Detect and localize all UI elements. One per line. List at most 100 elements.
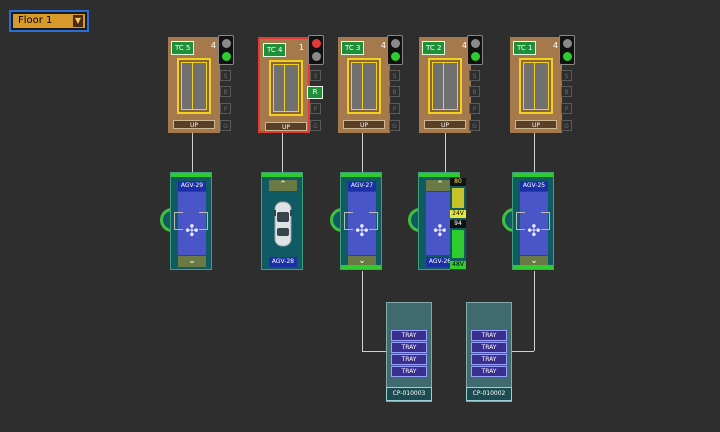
tc-tag: TC 3 — [341, 41, 365, 55]
stack-label: CP-010003 — [386, 387, 432, 401]
tray-item[interactable]: TRAY — [471, 342, 507, 353]
connector-line — [510, 351, 534, 352]
chevron-down-icon[interactable]: ⌄ — [178, 256, 206, 267]
tc-tag: TC 2 — [422, 41, 446, 55]
side-button-b[interactable]: B — [469, 86, 480, 97]
side-button-g[interactable]: G — [220, 120, 231, 131]
floor-select-value: Floor 1 — [18, 15, 53, 26]
tray-stack-cp-010002[interactable]: TRAY TRAY TRAY TRAY CP-010002 — [466, 302, 512, 402]
tray-item[interactable]: TRAY — [471, 354, 507, 365]
agv-label: AGV-27 — [348, 181, 376, 191]
bracket-left-icon — [344, 212, 353, 230]
side-button-b[interactable]: B — [220, 86, 231, 97]
bracket-left-icon — [174, 212, 183, 230]
side-button-s[interactable]: S — [220, 70, 231, 81]
tray-item[interactable]: TRAY — [391, 342, 427, 353]
tc-unit-1[interactable]: TC 1 4 UP — [510, 37, 562, 133]
side-button-s[interactable]: S — [469, 70, 480, 81]
side-button-p[interactable]: P — [469, 103, 480, 114]
side-button-p[interactable]: P — [561, 103, 572, 114]
tc-unit-5[interactable]: TC 5 4 UP — [168, 37, 220, 133]
tc-unit-3[interactable]: TC 3 4 UP — [338, 37, 390, 133]
traffic-light-icon — [308, 35, 324, 65]
tray-stack-cp-010003[interactable]: TRAY TRAY TRAY TRAY CP-010003 — [386, 302, 432, 402]
side-button-g[interactable]: G — [310, 120, 321, 131]
side-button-s[interactable]: S — [389, 70, 400, 81]
side-button-p[interactable]: P — [220, 103, 231, 114]
side-button-g[interactable]: G — [469, 120, 480, 131]
light-top — [471, 39, 480, 48]
connector-line — [192, 133, 193, 173]
battery-voltage-2: 48V — [450, 261, 466, 269]
connector-line — [534, 133, 535, 173]
tray-item[interactable]: TRAY — [391, 330, 427, 341]
floor-select[interactable]: Floor 1 ▼ — [9, 10, 89, 32]
stack-label: CP-010002 — [466, 387, 512, 401]
side-button-p[interactable]: P — [389, 103, 400, 114]
light-bottom — [471, 52, 480, 61]
side-button-b[interactable]: B — [389, 86, 400, 97]
tc-unit-4[interactable]: TC 4 1 UP — [258, 37, 310, 133]
chevron-down-icon[interactable]: ▼ — [73, 15, 83, 27]
tc-tag: TC 4 — [263, 43, 287, 57]
bracket-right-icon — [199, 212, 208, 230]
light-bottom — [312, 52, 321, 61]
door-icon — [428, 58, 462, 114]
side-button-g[interactable]: G — [561, 120, 572, 131]
connector-line — [282, 133, 283, 173]
door-icon — [519, 58, 553, 114]
tc-count: 1 — [298, 43, 304, 52]
tc-up-label: UP — [265, 122, 307, 131]
tc-tag: TC 1 — [513, 41, 537, 55]
battery-mid-value: 94 — [450, 220, 466, 228]
door-icon — [347, 58, 381, 114]
light-top — [312, 39, 321, 48]
tc-up-label: UP — [424, 120, 466, 129]
side-button-s[interactable]: S — [310, 70, 321, 81]
tray-item[interactable]: TRAY — [471, 330, 507, 341]
car-icon — [274, 201, 292, 247]
light-bottom — [563, 52, 572, 61]
side-button-p[interactable]: P — [310, 103, 321, 114]
light-top — [563, 39, 572, 48]
tc-tag: TC 5 — [171, 41, 195, 55]
bracket-left-icon — [516, 212, 525, 230]
connector-line — [362, 271, 363, 351]
tray-item[interactable]: TRAY — [391, 354, 427, 365]
tray-item[interactable]: TRAY — [391, 366, 427, 377]
door-icon — [269, 60, 303, 116]
bracket-right-icon — [369, 212, 378, 230]
battery-gauge: 80 24V 94 48V — [450, 178, 466, 270]
chevron-up-icon[interactable]: ⌃ — [269, 180, 297, 191]
battery-level-bottom — [452, 230, 464, 258]
battery-voltage-1: 24V — [450, 210, 466, 218]
tc-unit-2[interactable]: TC 2 4 UP — [419, 37, 471, 133]
tc-count: 4 — [380, 41, 386, 50]
battery-level-top — [452, 188, 464, 208]
agv-label: AGV-28 — [269, 257, 297, 267]
tc-up-label: UP — [343, 120, 385, 129]
light-bottom — [391, 52, 400, 61]
tc-up-label: UP — [515, 120, 557, 129]
tray-item[interactable]: TRAY — [471, 366, 507, 377]
agv-28[interactable]: ⌃ AGV-28 — [261, 172, 303, 270]
door-icon — [177, 58, 211, 114]
connector-line — [362, 351, 386, 352]
side-button-g[interactable]: G — [389, 120, 400, 131]
light-top — [391, 39, 400, 48]
side-button-b[interactable]: B — [561, 86, 572, 97]
traffic-light-icon — [218, 35, 234, 65]
traffic-light-icon — [467, 35, 483, 65]
agv-label: AGV-29 — [178, 181, 206, 191]
connector-line — [534, 271, 535, 351]
traffic-light-icon — [559, 35, 575, 65]
side-button-s[interactable]: S — [561, 70, 572, 81]
agv-body — [269, 192, 297, 255]
light-top — [222, 39, 231, 48]
agv-label: AGV-25 — [520, 181, 548, 191]
light-bottom — [222, 52, 231, 61]
tc-up-label: UP — [173, 120, 215, 129]
side-button-r[interactable]: R — [307, 86, 323, 99]
tc-count: 4 — [210, 41, 216, 50]
connector-line — [362, 133, 363, 173]
